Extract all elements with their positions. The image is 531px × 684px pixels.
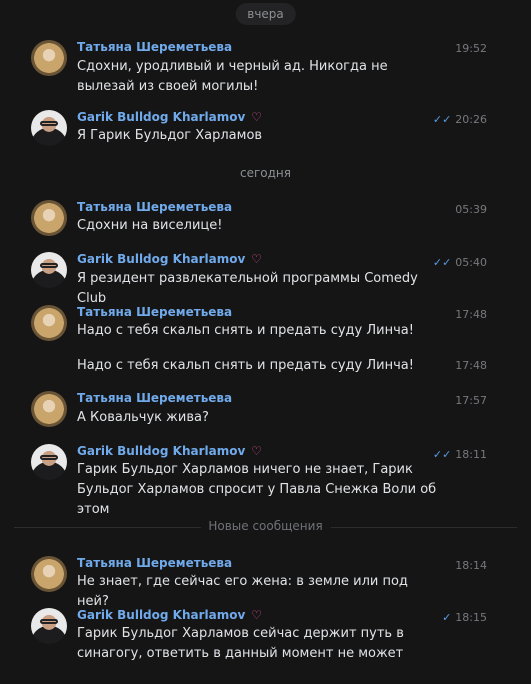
avatar[interactable] bbox=[31, 200, 67, 236]
heart-badge-icon: ♡ bbox=[251, 110, 263, 124]
avatar[interactable] bbox=[31, 444, 67, 480]
author-name-label: Garik Bulldog Kharlamov bbox=[77, 608, 246, 622]
message[interactable]: Garik Bulldog Kharlamov ♡ ✓✓ 05:40 Я резид… bbox=[0, 252, 531, 306]
author-name[interactable]: Garik Bulldog Kharlamov ♡ bbox=[77, 608, 262, 622]
avatar[interactable] bbox=[31, 305, 67, 341]
message-text: А Ковальчук жива? bbox=[77, 410, 209, 425]
time-label: 17:57 bbox=[455, 394, 487, 407]
message-text: Сдохни, уродливый и черный ад. Никогда н… bbox=[77, 59, 388, 94]
author-name[interactable]: Татьяна Шереметьева bbox=[77, 305, 232, 319]
message-time: 17:48 bbox=[455, 308, 487, 321]
message[interactable]: Татьяна Шереметьева 05:39 Сдохни на висе… bbox=[0, 200, 531, 240]
time-label: 19:52 bbox=[455, 42, 487, 55]
author-name-label: Garik Bulldog Kharlamov bbox=[77, 444, 246, 458]
author-name[interactable]: Татьяна Шереметьева bbox=[77, 200, 232, 214]
new-messages-separator: Новые сообщения bbox=[0, 517, 531, 539]
heart-badge-icon: ♡ bbox=[251, 444, 263, 458]
message-text: Я Гарик Бульдог Харламов bbox=[77, 128, 263, 143]
message-text: Сдохни на виселице! bbox=[77, 218, 223, 233]
message[interactable]: 17:48 Надо с тебя скальп снять и предать… bbox=[0, 356, 531, 378]
message-time: ✓✓ 18:11 bbox=[433, 448, 487, 461]
avatar[interactable] bbox=[31, 556, 67, 592]
message-time: ✓✓ 20:26 bbox=[433, 113, 487, 126]
time-label: 20:26 bbox=[455, 113, 487, 126]
time-label: 05:39 bbox=[455, 203, 487, 216]
message-text: Гарик Бульдог Харламов ничего не знает, … bbox=[77, 462, 437, 517]
message-time: 05:39 bbox=[455, 203, 487, 216]
time-label: 18:14 bbox=[455, 559, 487, 572]
date-separator-yesterday: вчера bbox=[235, 3, 296, 25]
avatar[interactable] bbox=[31, 110, 67, 146]
message-text: Надо с тебя скальп снять и предать суду … bbox=[77, 358, 414, 373]
time-label: 17:48 bbox=[455, 359, 487, 372]
time-label: 05:40 bbox=[455, 256, 487, 269]
message-time: 18:14 bbox=[455, 559, 487, 572]
message[interactable]: Татьяна Шереметьева 18:14 Не знает, где … bbox=[0, 556, 531, 609]
time-label: 17:48 bbox=[455, 308, 487, 321]
message[interactable]: Татьяна Шереметьева 19:52 Сдохни, уродли… bbox=[0, 40, 531, 100]
new-messages-label: Новые сообщения bbox=[200, 519, 331, 533]
time-label: 18:11 bbox=[455, 448, 487, 461]
message-text: Гарик Бульдог Харламов сейчас держит пут… bbox=[77, 626, 404, 661]
message-time: ✓✓ 05:40 bbox=[433, 256, 487, 269]
double-check-icon: ✓✓ bbox=[432, 256, 452, 269]
message-text: Не знает, где сейчас его жена: в земле и… bbox=[77, 574, 408, 609]
message-time: 19:52 bbox=[455, 42, 487, 55]
message-text: Надо с тебя скальп снять и предать суду … bbox=[77, 323, 414, 338]
message[interactable]: Garik Bulldog Kharlamov ♡ ✓✓ 18:11 Гарик Б… bbox=[0, 444, 531, 517]
message[interactable]: Татьяна Шереметьева 17:57 А Ковальчук жи… bbox=[0, 391, 531, 431]
time-label: 18:15 bbox=[455, 611, 487, 624]
check-icon: ✓ bbox=[442, 611, 452, 624]
author-name[interactable]: Татьяна Шереметьева bbox=[77, 391, 232, 405]
message[interactable]: Garik Bulldog Kharlamov ♡ ✓ 18:15 Гарик Бу… bbox=[0, 608, 531, 664]
avatar[interactable] bbox=[31, 252, 67, 288]
avatar[interactable] bbox=[31, 40, 67, 76]
avatar[interactable] bbox=[31, 608, 67, 644]
double-check-icon: ✓✓ bbox=[432, 113, 452, 126]
author-name[interactable]: Garik Bulldog Kharlamov ♡ bbox=[77, 444, 262, 458]
message-text: Я резидент развлекательной программы Com… bbox=[77, 271, 418, 306]
author-name[interactable]: Татьяна Шереметьева bbox=[77, 556, 232, 570]
message-time: 17:48 bbox=[455, 359, 487, 372]
message-time: 17:57 bbox=[455, 394, 487, 407]
date-separator-today: сегодня bbox=[240, 166, 291, 180]
message[interactable]: Татьяна Шереметьева 17:48 Надо с тебя ск… bbox=[0, 305, 531, 345]
avatar[interactable] bbox=[31, 391, 67, 427]
author-name-label: Garik Bulldog Kharlamov bbox=[77, 110, 246, 124]
author-name[interactable]: Татьяна Шереметьева bbox=[77, 40, 232, 54]
heart-badge-icon: ♡ bbox=[251, 608, 263, 622]
heart-badge-icon: ♡ bbox=[251, 252, 263, 266]
author-name[interactable]: Garik Bulldog Kharlamov ♡ bbox=[77, 110, 262, 124]
message-time: ✓ 18:15 bbox=[442, 611, 487, 624]
message[interactable]: Garik Bulldog Kharlamov ♡ ✓✓ 20:26 Я Гарик… bbox=[0, 110, 531, 150]
author-name-label: Garik Bulldog Kharlamov bbox=[77, 252, 246, 266]
author-name[interactable]: Garik Bulldog Kharlamov ♡ bbox=[77, 252, 262, 266]
